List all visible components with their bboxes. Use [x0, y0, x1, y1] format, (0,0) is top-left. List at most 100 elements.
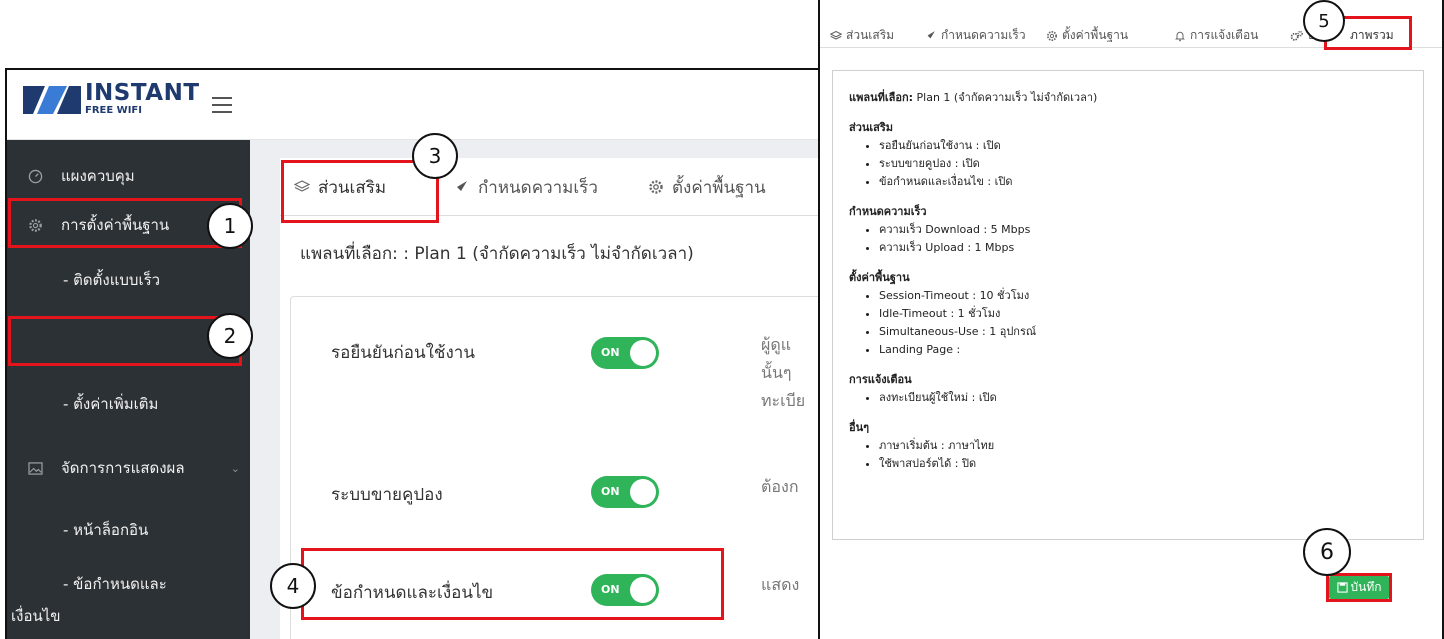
require-approval-toggle[interactable]: ON: [591, 337, 659, 369]
callout-4: 4: [270, 563, 316, 609]
sidebar-item-label: - หน้าล็อกอิน: [63, 521, 149, 539]
sidebar-item-label: - ตั้งค่าเพิ่มเติม: [63, 395, 159, 413]
save-button-label: บันทึก: [1350, 580, 1382, 594]
summary-content: แพลนที่เลือก: Plan 1 (จำกัดความเร็ว ไม่จ…: [849, 89, 1409, 473]
summary-panel: แพลนที่เลือก: Plan 1 (จำกัดความเร็ว ไม่จ…: [832, 70, 1424, 540]
setting-label: ระบบขายคูปอง: [331, 485, 443, 505]
list-item: Landing Page :: [879, 341, 1409, 359]
summary-section-title: กำหนดความเร็ว: [849, 205, 927, 218]
sidebar-item-label: การตั้งค่าพื้นฐาน: [61, 216, 170, 234]
tab-label: ตั้งค่าพื้นฐาน: [1062, 28, 1129, 42]
layers-icon: [294, 180, 310, 192]
tab-addons[interactable]: ส่วนเสริม: [294, 158, 386, 216]
chevron-down-icon: ⌄: [230, 461, 240, 475]
summary-tabs: ส่วนเสริม กำหนดความเร็ว ตั้งค่าพื้นฐาน ก…: [820, 0, 1442, 48]
summary-list: ความเร็ว Download : 5 Mbps ความเร็ว Uplo…: [849, 221, 1409, 257]
list-item: ข้อกำหนดและเงื่อนไข : เปิด: [879, 173, 1409, 191]
content-area: ส่วนเสริม กำหนดความเร็ว ตั้งค่าพื้นฐาน แ…: [250, 140, 843, 639]
list-item: Session-Timeout : 10 ชั่วโมง: [879, 287, 1409, 305]
layers-icon: [830, 30, 842, 40]
gear-icon: [649, 180, 663, 194]
save-icon: [1336, 582, 1348, 593]
setting-label: รอยืนยันก่อนใช้งาน: [331, 343, 475, 363]
callout-5: 5: [1303, 0, 1345, 42]
sidebar-item-label: - ข้อกำหนดและ: [63, 575, 167, 593]
top-bar: INSTANT FREE WIFI: [7, 70, 843, 140]
save-button[interactable]: บันทึก: [1329, 576, 1389, 599]
list-item: Simultaneous-Use : 1 อุปกรณ์: [879, 323, 1409, 341]
logo-mark-icon: [23, 86, 81, 114]
tab-label: ภาพรวม: [1350, 28, 1394, 42]
summary-section-title: ตั้งค่าพื้นฐาน: [849, 271, 910, 284]
setting-row-require-approval: รอยืนยันก่อนใช้งาน ON ผู้ดูแ นั้นๆ ทะเบี…: [291, 319, 843, 410]
sidebar-item-login-page[interactable]: - หน้าล็อกอิน: [7, 510, 250, 550]
tab-basic-settings[interactable]: ตั้งค่าพื้นฐาน: [648, 158, 766, 216]
sidebar-item-display-management[interactable]: จัดการการแสดงผล ⌄: [7, 448, 250, 488]
logo[interactable]: INSTANT FREE WIFI: [23, 82, 200, 118]
tab-basic-settings[interactable]: ตั้งค่าพื้นฐาน: [1046, 26, 1128, 45]
tab-addons[interactable]: ส่วนเสริม: [830, 26, 894, 45]
gear-icon: [1046, 30, 1058, 41]
rocket-icon: [455, 181, 467, 193]
terms-toggle[interactable]: ON: [591, 574, 659, 606]
list-item: ภาษาเริ่มต้น : ภาษาไทย: [879, 437, 1409, 455]
image-icon: [27, 460, 43, 476]
sidebar-item-terms-continued[interactable]: เงื่อนไข: [7, 596, 250, 636]
tab-label: การแจ้งเตือน: [1190, 28, 1259, 42]
summary-list: ภาษาเริ่มต้น : ภาษาไทย ใช้พาสปอร์ตได้ : …: [849, 437, 1409, 473]
sidebar-item-dashboard[interactable]: แผงควบคุม: [7, 158, 250, 194]
summary-list: Session-Timeout : 10 ชั่วโมง Idle-Timeou…: [849, 287, 1409, 359]
bell-icon: [1175, 31, 1185, 41]
list-item: ลงทะเบียนผู้ใช้ใหม่ : เปิด: [879, 389, 1409, 407]
tab-label: ส่วนเสริม: [846, 28, 895, 42]
setting-label: ข้อกำหนดและเงื่อนไข: [331, 583, 494, 603]
sidebar-item-label: จัดการการแสดงผล: [61, 459, 185, 477]
list-item: Idle-Timeout : 1 ชั่วโมง: [879, 305, 1409, 323]
summary-section-title: อื่นๆ: [849, 421, 870, 434]
addon-settings-box: รอยืนยันก่อนใช้งาน ON ผู้ดูแ นั้นๆ ทะเบี…: [290, 296, 843, 639]
logo-subtitle: FREE WIFI: [85, 105, 142, 116]
callout-3: 3: [412, 133, 458, 179]
list-item: ความเร็ว Upload : 1 Mbps: [879, 239, 1409, 257]
selected-plan-text: แพลนที่เลือก: : Plan 1 (จำกัดความเร็ว ไม…: [300, 244, 694, 264]
addons-panel: แพลนที่เลือก: : Plan 1 (จำกัดความเร็ว ไม…: [280, 216, 843, 639]
menu-toggle-icon[interactable]: [212, 97, 232, 113]
gauge-icon: [27, 168, 43, 184]
summary-section-title: ส่วนเสริม: [849, 121, 894, 134]
list-item: ความเร็ว Download : 5 Mbps: [879, 221, 1409, 239]
coupon-system-toggle[interactable]: ON: [591, 476, 659, 508]
sidebar-item-quick-setup[interactable]: - ติดตั้งแบบเร็ว: [7, 260, 250, 300]
tab-speed-limit[interactable]: กำหนดความเร็ว: [452, 158, 598, 216]
tab-notifications[interactable]: การแจ้งเตือน: [1174, 26, 1258, 45]
setting-description: แสดง: [761, 575, 800, 594]
list-item: ระบบขายคูปอง : เปิด: [879, 155, 1409, 173]
logo-title: INSTANT: [85, 80, 200, 106]
tab-speed-limit[interactable]: กำหนดความเร็ว: [924, 26, 1026, 45]
summary-list: รอยืนยันก่อนใช้งาน : เปิด ระบบขายคูปอง :…: [849, 137, 1409, 191]
callout-6: 6: [1303, 528, 1351, 576]
tab-overview[interactable]: ภาพรวม: [1350, 26, 1394, 45]
sidebar-item-label: แผงควบคุม: [61, 167, 135, 185]
tab-label: ตั้งค่าพื้นฐาน: [672, 177, 766, 198]
summary-window: ส่วนเสริม กำหนดความเร็ว ตั้งค่าพื้นฐาน ก…: [818, 0, 1444, 639]
summary-section-title: การแจ้งเตือน: [849, 373, 912, 386]
list-item: รอยืนยันก่อนใช้งาน : เปิด: [879, 137, 1409, 155]
setting-description: ผู้ดูแ นั้นๆ ทะเบีย: [761, 335, 806, 410]
rocket-icon: [926, 31, 935, 40]
sidebar-item-label: - ติดตั้งแบบเร็ว: [63, 271, 161, 289]
sidebar-item-label: เงื่อนไข: [11, 607, 61, 625]
list-item: ใช้พาสปอร์ตได้ : ปิด: [879, 455, 1409, 473]
sidebar-item-advanced-settings[interactable]: - ตั้งค่าเพิ่มเติม: [7, 384, 250, 424]
setting-row-coupon-system: ระบบขายคูปอง ON ต้องก: [291, 461, 843, 521]
settings-tabs: ส่วนเสริม กำหนดความเร็ว ตั้งค่าพื้นฐาน: [280, 158, 840, 216]
setting-row-terms: ข้อกำหนดและเงื่อนไข ON แสดง: [291, 559, 843, 619]
callout-1: 1: [207, 203, 253, 249]
tab-label: ส่วนเสริม: [318, 177, 387, 198]
tab-label: กำหนดความเร็ว: [478, 177, 598, 198]
tab-label: กำหนดความเร็ว: [941, 28, 1026, 42]
gear-icon: [27, 217, 43, 233]
setting-description: ต้องก: [761, 477, 799, 496]
gears-icon: [1290, 30, 1303, 41]
summary-plan: แพลนที่เลือก: Plan 1 (จำกัดความเร็ว ไม่จ…: [849, 91, 1098, 104]
callout-2: 2: [207, 313, 253, 359]
